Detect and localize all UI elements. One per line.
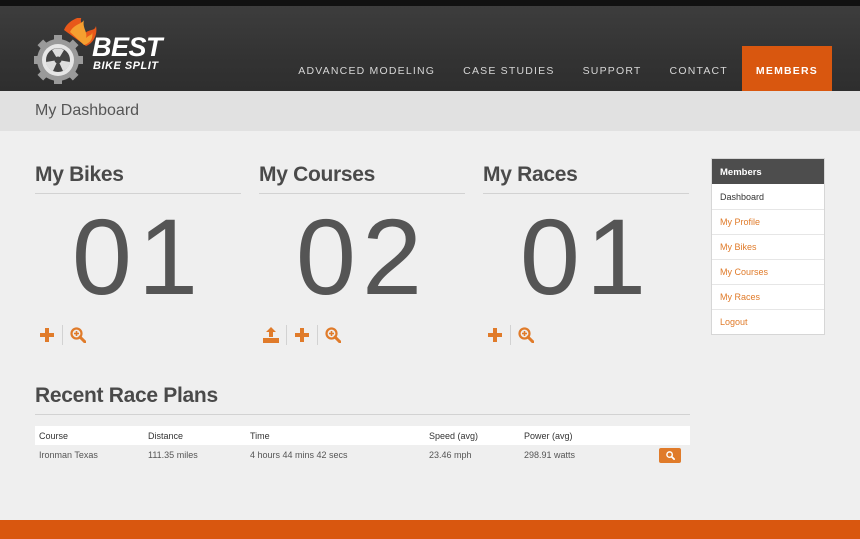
column-header-course: Course <box>39 430 69 441</box>
nav-contact[interactable]: CONTACT <box>656 46 742 91</box>
sidebar-item-dashboard[interactable]: Dashboard <box>712 184 824 209</box>
recent-race-plans-title: Recent Race Plans <box>35 384 690 415</box>
table-header: Course Distance Time Speed (avg) Power (… <box>35 426 690 445</box>
my-courses-actions <box>259 323 345 347</box>
my-races-count: 01 <box>519 196 653 317</box>
divider <box>510 325 511 345</box>
my-courses-count: 02 <box>295 196 429 317</box>
cell-course: Ironman Texas <box>39 450 98 460</box>
plus-icon[interactable] <box>290 323 314 347</box>
column-header-time: Time <box>250 430 270 441</box>
logo-text-bike-split: BIKE SPLIT <box>93 60 159 72</box>
page-title: My Dashboard <box>35 102 140 119</box>
cell-distance: 111.35 miles <box>148 450 198 460</box>
sidebar-item-my-races[interactable]: My Races <box>712 284 824 309</box>
nav-support[interactable]: SUPPORT <box>569 46 656 91</box>
my-races-panel: My Races 01 <box>483 163 689 345</box>
divider <box>286 325 287 345</box>
sidebar-item-my-courses[interactable]: My Courses <box>712 259 824 284</box>
my-races-actions <box>483 323 538 347</box>
footer-bar <box>0 520 860 539</box>
top-navigation-bar: BEST BIKE SPLIT ADVANCED MODELING CASE S… <box>0 0 860 91</box>
race-plans-table: Course Distance Time Speed (avg) Power (… <box>35 426 690 465</box>
cell-power: 298.91 watts <box>524 450 576 460</box>
plus-icon[interactable] <box>483 323 507 347</box>
nav-advanced-modeling[interactable]: ADVANCED MODELING <box>284 46 449 91</box>
main-nav: ADVANCED MODELING CASE STUDIES SUPPORT C… <box>284 46 832 91</box>
zoom-in-icon[interactable] <box>514 323 538 347</box>
cell-time: 4 hours 44 mins 42 secs <box>250 450 348 460</box>
nav-case-studies[interactable]: CASE STUDIES <box>449 46 568 91</box>
my-bikes-panel: My Bikes 01 <box>35 163 241 345</box>
page-header: My Dashboard <box>0 91 860 131</box>
my-bikes-title: My Bikes <box>35 163 241 194</box>
view-race-plan-button[interactable] <box>659 447 681 463</box>
sidebar-item-my-profile[interactable]: My Profile <box>712 209 824 234</box>
my-bikes-count: 01 <box>71 196 205 317</box>
logo-text-best: BEST <box>92 32 163 62</box>
my-courses-title: My Courses <box>259 163 465 194</box>
column-header-speed: Speed (avg) <box>429 430 479 441</box>
my-races-title: My Races <box>483 163 689 194</box>
cell-speed: 23.46 mph <box>429 450 472 460</box>
sidebar-header: Members <box>712 159 824 184</box>
column-header-power: Power (avg) <box>524 430 573 441</box>
members-sidebar: Members Dashboard My Profile My Bikes My… <box>711 158 825 335</box>
nav-members[interactable]: MEMBERS <box>741 46 832 91</box>
column-header-distance: Distance <box>148 430 184 441</box>
my-bikes-actions <box>35 323 90 347</box>
plus-icon[interactable] <box>35 323 59 347</box>
divider <box>62 325 63 345</box>
upload-icon[interactable] <box>259 323 283 347</box>
table-row: Ironman Texas 111.35 miles 4 hours 44 mi… <box>35 445 690 465</box>
divider <box>317 325 318 345</box>
zoom-in-icon[interactable] <box>321 323 345 347</box>
sidebar-item-my-bikes[interactable]: My Bikes <box>712 234 824 259</box>
zoom-in-icon[interactable] <box>66 323 90 347</box>
sidebar-item-logout[interactable]: Logout <box>712 309 824 334</box>
magnifier-icon <box>665 450 675 460</box>
my-courses-panel: My Courses 02 <box>259 163 465 345</box>
